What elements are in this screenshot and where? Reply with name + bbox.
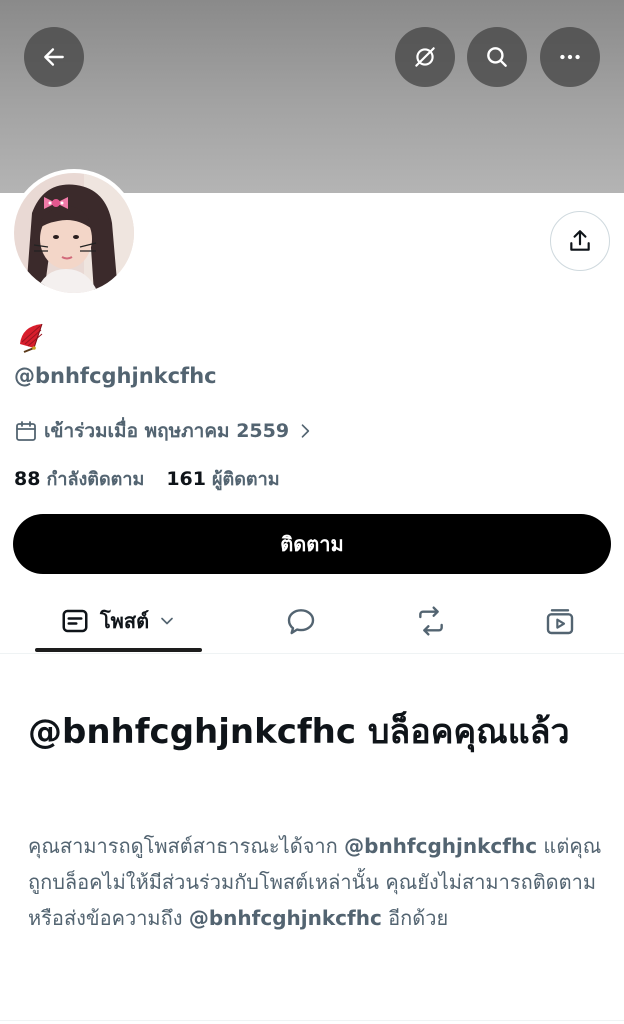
- blocked-description: คุณสามารถดูโพสต์สาธารณะได้จาก @bnhfcghjn…: [28, 828, 608, 936]
- posts-icon: [62, 609, 88, 633]
- calendar-icon: [16, 421, 36, 441]
- chevron-down-icon[interactable]: [157, 611, 177, 631]
- display-name-emoji: [20, 323, 43, 353]
- tab-reposts[interactable]: [400, 590, 462, 652]
- tab-posts-label: โพสต์: [99, 609, 150, 633]
- search-icon: [487, 47, 507, 67]
- blocked-desc-text-1: คุณสามารถดูโพสต์สาธารณะได้จาก: [28, 834, 345, 858]
- blocked-title: @bnhfcghjnkcfhc บล็อคคุณแล้ว: [28, 712, 570, 752]
- follow-counts: 88 กำลังติดตาม 161 ผู้ติดตาม: [14, 464, 280, 493]
- profile-handle: @bnhfcghjnkcfhc: [14, 364, 217, 388]
- share-upload-icon: [570, 230, 590, 251]
- active-tab-indicator: [35, 648, 202, 652]
- arrow-left-icon: [44, 48, 64, 66]
- joined-date[interactable]: เข้าร่วมเมื่อ พฤษภาคม 2559: [14, 416, 315, 446]
- follow-button[interactable]: ติดตาม: [13, 514, 611, 574]
- profile-banner: [0, 0, 624, 193]
- profile-tabs: โพสต์: [0, 590, 624, 654]
- following-count[interactable]: 88: [14, 468, 40, 490]
- reply-bubble-icon: [287, 609, 315, 635]
- tab-posts[interactable]: โพสต์: [35, 590, 202, 652]
- following-label[interactable]: กำลังติดตาม: [46, 464, 144, 493]
- followers-count[interactable]: 161: [166, 468, 206, 490]
- chevron-right-icon: [301, 424, 310, 438]
- tab-replies[interactable]: [270, 590, 332, 652]
- blocked-desc-handle-2: @bnhfcghjnkcfhc: [188, 906, 382, 930]
- more-button[interactable]: [540, 27, 600, 87]
- grok-button[interactable]: [395, 27, 455, 87]
- slash-circle-icon: [415, 47, 435, 67]
- tab-media[interactable]: [529, 590, 591, 652]
- followers-label[interactable]: ผู้ติดตาม: [212, 464, 280, 493]
- more-horizontal-icon: [560, 54, 580, 60]
- media-icon: [546, 609, 574, 635]
- divider: [0, 1020, 624, 1021]
- search-button[interactable]: [467, 27, 527, 87]
- avatar-image: [14, 173, 134, 293]
- blocked-desc-handle-1: @bnhfcghjnkcfhc: [344, 834, 538, 858]
- back-button[interactable]: [24, 27, 84, 87]
- avatar[interactable]: [10, 169, 138, 297]
- share-button[interactable]: [550, 211, 610, 271]
- repost-icon: [419, 606, 443, 636]
- joined-text: เข้าร่วมเมื่อ พฤษภาคม 2559: [44, 420, 290, 442]
- blocked-desc-text-3: อีกด้วย: [381, 906, 449, 930]
